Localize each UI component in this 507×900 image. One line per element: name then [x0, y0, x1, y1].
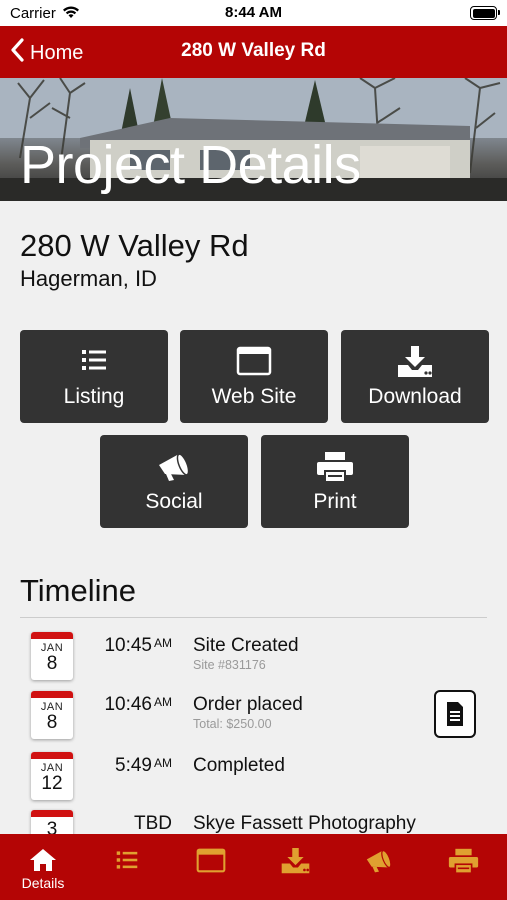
hero-banner: Project Details	[0, 78, 507, 201]
list-icon	[20, 346, 168, 374]
calendar-date-icon: JAN 12	[31, 752, 73, 800]
address-line-1: 280 W Valley Rd	[20, 228, 249, 263]
print-button[interactable]: Print	[261, 435, 409, 528]
print-label: Print	[313, 490, 357, 513]
megaphone-icon	[337, 848, 421, 874]
hero-title: Project Details	[20, 135, 361, 195]
invoice-document-button[interactable]	[434, 690, 476, 738]
address-line-2: Hagerman, ID	[20, 266, 157, 291]
tab-download[interactable]	[253, 834, 337, 900]
browser-icon	[180, 346, 328, 376]
timeline-heading: Timeline	[20, 573, 136, 608]
divider	[20, 617, 487, 618]
nav-title: 280 W Valley Rd	[181, 40, 326, 61]
printer-icon	[261, 451, 409, 483]
download-icon	[341, 346, 489, 378]
status-bar: Carrier 8:44 AM	[0, 0, 507, 26]
event-title: Skye Fassett Photography	[193, 813, 416, 834]
battery-icon	[470, 6, 500, 20]
download-button[interactable]: Download	[341, 330, 489, 423]
listing-label: Listing	[63, 385, 125, 408]
status-time: 8:44 AM	[225, 4, 282, 21]
event-day: 8	[46, 712, 58, 733]
event-time: 5:49 AM	[115, 755, 172, 776]
list-icon	[85, 848, 169, 872]
tab-details-label: Details	[21, 875, 65, 891]
event-subtitle: Site #831176	[193, 658, 266, 672]
social-button[interactable]: Social	[100, 435, 248, 528]
megaphone-icon	[100, 451, 248, 483]
tab-details[interactable]: Details	[1, 834, 85, 900]
printer-icon	[421, 848, 505, 874]
event-title: Site Created	[193, 635, 299, 656]
event-time: 10:46 AM	[104, 694, 172, 715]
calendar-date-icon: JAN 8	[31, 632, 73, 680]
listing-button[interactable]: Listing	[20, 330, 168, 423]
event-day: 8	[46, 653, 58, 674]
navigation-bar: Home 280 W Valley Rd	[0, 26, 507, 78]
download-icon	[253, 848, 337, 874]
website-button[interactable]: Web Site	[180, 330, 328, 423]
document-icon	[447, 702, 463, 726]
event-time: 10:45 AM	[104, 635, 172, 656]
event-day: 12	[41, 773, 63, 794]
tab-print[interactable]	[421, 834, 505, 900]
tab-website[interactable]	[169, 834, 253, 900]
home-icon	[1, 848, 85, 872]
timeline-row: JAN 12 5:49 AM Completed	[0, 750, 507, 810]
download-label: Download	[368, 385, 462, 408]
browser-icon	[169, 848, 253, 873]
website-label: Web Site	[211, 385, 297, 408]
tab-social[interactable]	[337, 834, 421, 900]
social-label: Social	[145, 490, 203, 513]
event-title: Order placed	[193, 694, 303, 715]
calendar-date-icon: JAN 8	[31, 691, 73, 739]
event-time: TBD	[134, 813, 172, 834]
timeline-row: JAN 8 10:46 AM Order placed Total: $250.0…	[0, 689, 507, 749]
event-subtitle: Total: $250.00	[193, 717, 272, 731]
timeline-row: JAN 8 10:45 AM Site Created Site #831176	[0, 630, 507, 690]
tab-bar: Details	[0, 834, 507, 900]
tab-listing[interactable]	[85, 834, 169, 900]
event-title: Completed	[193, 755, 285, 776]
